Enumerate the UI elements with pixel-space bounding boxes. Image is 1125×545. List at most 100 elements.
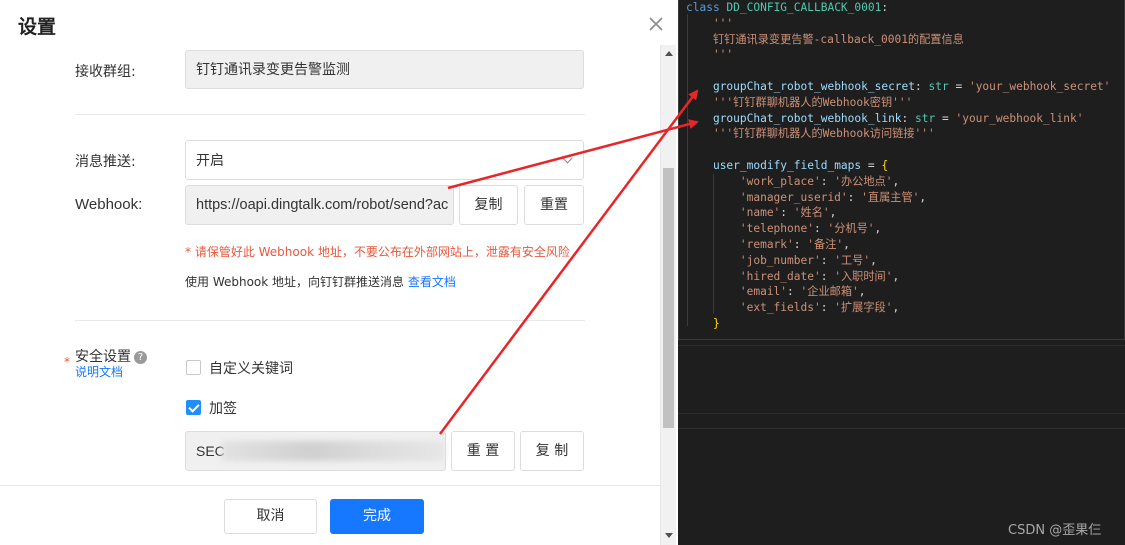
code-token: :: [847, 190, 862, 204]
watermark: CSDN @歪果仨: [1008, 523, 1102, 538]
code-token: '''钉钉群聊机器人的Webhook密钥''': [686, 95, 913, 109]
code-token: 'name': [686, 206, 781, 220]
code-token: '分机号': [827, 222, 875, 236]
code-token: :: [820, 253, 835, 267]
code-token: 钉钉通讯录变更告警-callback_0001的配置信息: [686, 32, 964, 46]
divider: [75, 114, 585, 115]
push-select[interactable]: 开启: [185, 140, 584, 180]
cancel-button[interactable]: 取消: [224, 499, 317, 534]
code-token: groupChat_robot_webhook_secret: [712, 80, 916, 93]
code-line: groupChat_robot_webhook_secret: str = 'y…: [686, 79, 1110, 95]
code-token: =: [948, 80, 969, 93]
code-line: user_modify_field_maps = {: [686, 158, 888, 174]
code-token: 'email': [686, 285, 788, 299]
settings-dialog: 设置 接收群组: 钉钉通讯录变更告警监测 消息推送: 开启 Webhook: h…: [0, 0, 676, 545]
code-token: ,: [829, 206, 837, 220]
code-token: :: [820, 174, 835, 188]
secret-reset-button[interactable]: 重 置: [451, 431, 515, 471]
code-line: groupChat_robot_webhook_link: str = 'you…: [686, 111, 1084, 127]
webhook-hint: 使用 Webhook 地址，向钉钉群推送消息 查看文档: [185, 273, 456, 290]
code-token: class: [686, 1, 727, 14]
chevron-down-icon: [562, 153, 573, 164]
code-token: '直属主管': [861, 190, 920, 204]
code-token: :: [881, 1, 889, 14]
code-line: ''': [686, 16, 733, 32]
group-label: 接收群组:: [75, 64, 136, 80]
webhook-warning: * 请保管好此 Webhook 地址，不要公布在外部网站上，泄露有安全风险: [185, 245, 570, 259]
code-token: 'hired_date': [686, 269, 821, 283]
panel-divider: [678, 345, 1125, 346]
code-token: '工号': [834, 253, 871, 267]
sign-checkbox[interactable]: [186, 400, 201, 415]
webhook-hint-text: 使用 Webhook 地址，向钉钉群推送消息: [185, 275, 408, 289]
code-line: 'remark': '备注',: [686, 237, 850, 253]
code-token: ,: [892, 269, 900, 283]
dialog-scrollbar[interactable]: [660, 45, 676, 545]
code-line: 'job_number': '工号',: [686, 253, 877, 269]
code-token: :: [820, 301, 835, 315]
code-token: '入职时间': [834, 269, 893, 283]
code-token: 'your_webhook_secret': [968, 80, 1111, 93]
dialog-title: 设置: [18, 16, 57, 38]
code-token: '办公地点': [834, 174, 893, 188]
push-select-value: 开启: [196, 152, 224, 168]
secret-prefix: SEC: [196, 443, 225, 459]
required-mark: *: [64, 355, 70, 369]
code-line: 'telephone': '分机号',: [686, 221, 881, 237]
view-docs-link[interactable]: 查看文档: [408, 275, 456, 289]
redacted-secret: [222, 441, 445, 461]
webhook-copy-button[interactable]: 复制: [459, 185, 518, 225]
code-token: ''': [686, 48, 734, 62]
code-token: ,: [892, 174, 900, 188]
webhook-reset-button[interactable]: 重置: [524, 185, 584, 225]
code-token: '姓名': [793, 206, 830, 220]
code-token: '备注': [807, 238, 844, 251]
code-token: ,: [843, 238, 850, 251]
code-token: 'remark': [686, 238, 794, 251]
code-token: str: [915, 111, 936, 125]
dialog-body: 接收群组: 钉钉通讯录变更告警监测 消息推送: 开启 Webhook: http…: [0, 45, 660, 485]
code-token: ,: [870, 253, 877, 267]
scroll-up-icon[interactable]: [665, 51, 673, 56]
keyword-checkbox[interactable]: [186, 360, 201, 375]
code-token: str: [928, 80, 949, 93]
panel-divider: [678, 413, 1125, 414]
dialog-header: 设置: [0, 0, 676, 50]
code-token: :: [787, 285, 801, 299]
code-token: :: [901, 111, 916, 125]
code-token: ,: [919, 190, 927, 204]
secret-copy-button[interactable]: 复 制: [520, 431, 584, 471]
code-line: class DD_CONFIG_CALLBACK_0001:: [686, 0, 888, 16]
scrollbar-thumb[interactable]: [663, 168, 674, 428]
webhook-label: Webhook:: [75, 196, 143, 213]
code-line: 'manager_userid': '直属主管',: [686, 190, 926, 206]
code-token: '扩展字段': [834, 301, 893, 315]
code-token: }: [712, 317, 720, 330]
code-token: :: [820, 269, 835, 283]
keyword-label: 自定义关键词: [209, 361, 293, 377]
code-line: '''钉钉群聊机器人的Webhook访问链接''': [686, 126, 935, 142]
scroll-down-icon[interactable]: [665, 533, 673, 538]
webhook-field[interactable]: https://oapi.dingtalk.com/robot/send?ac: [185, 185, 454, 225]
code-line: }: [686, 316, 720, 332]
divider: [75, 320, 585, 321]
close-icon[interactable]: [645, 13, 667, 35]
code-token: :: [793, 238, 808, 251]
code-line: 'name': '姓名',: [686, 205, 837, 221]
security-doc-link[interactable]: 说明文档: [75, 363, 123, 380]
code-line: ''': [686, 47, 733, 63]
code-token: ''': [686, 16, 734, 30]
help-icon[interactable]: ?: [134, 351, 147, 364]
code-token: 'job_number': [686, 253, 821, 267]
group-field: 钉钉通讯录变更告警监测: [185, 50, 584, 89]
code-token: :: [780, 206, 794, 220]
code-token: :: [915, 80, 929, 93]
done-button[interactable]: 完成: [330, 499, 424, 534]
code-token: {: [881, 159, 889, 172]
code-line: 'ext_fields': '扩展字段',: [686, 300, 899, 316]
panel-divider: [678, 428, 1125, 429]
